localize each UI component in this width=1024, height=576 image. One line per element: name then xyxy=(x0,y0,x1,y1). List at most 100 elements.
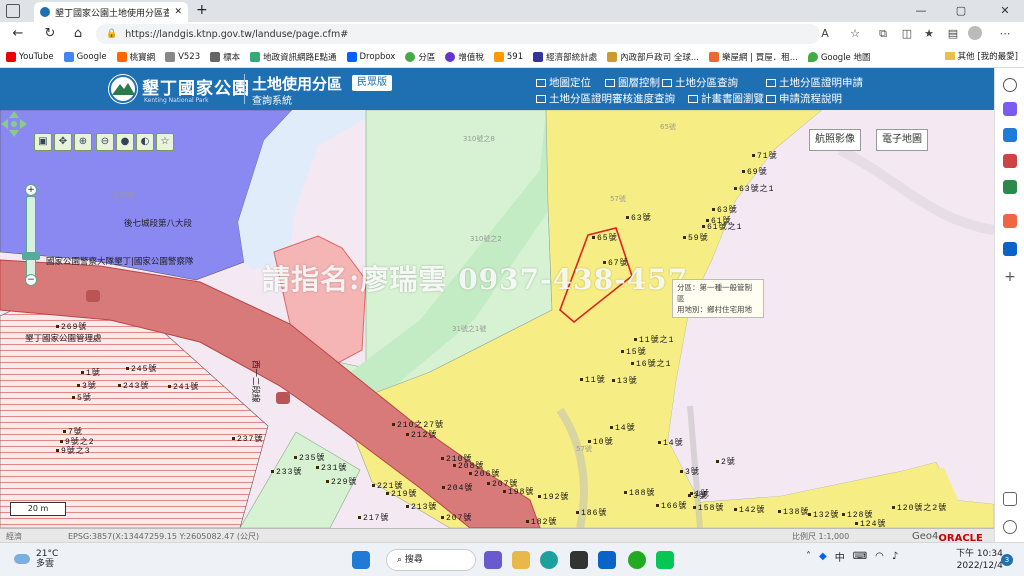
copilot-icon[interactable] xyxy=(1003,102,1017,116)
games-icon[interactable] xyxy=(1003,180,1017,194)
favorite-star-icon[interactable]: ☆ xyxy=(846,26,864,42)
zoom-slider-handle[interactable] xyxy=(22,252,40,260)
menu-map-locate[interactable]: 地圖定位 xyxy=(536,75,591,90)
menu-review-progress[interactable]: 土地分區證明審核進度查詢 xyxy=(536,91,675,106)
collections-icon[interactable]: ▤ xyxy=(944,26,962,42)
notification-badge[interactable]: 3 xyxy=(1001,554,1013,566)
map-tool-zoom-out[interactable]: ⊖ xyxy=(96,133,114,151)
outlook-icon[interactable] xyxy=(1003,242,1017,256)
map-tool-measure[interactable]: ◐ xyxy=(136,133,154,151)
edge-browser-icon[interactable] xyxy=(540,551,558,569)
menu-apply-flow[interactable]: 申請流程說明 xyxy=(766,91,842,106)
back-icon[interactable]: ← xyxy=(8,25,28,43)
input-language[interactable]: 中 xyxy=(835,549,845,564)
zoom-slider[interactable] xyxy=(26,196,36,282)
bookmarks-bar: YouTube Google 桃寶網 V523 標本 地政資訊網路E點通 Dro… xyxy=(0,46,1024,68)
electronic-map-button[interactable]: 電子地圖 xyxy=(876,129,928,151)
bookmark-item[interactable]: 經濟部統計處 xyxy=(533,51,597,63)
camera-app-icon[interactable] xyxy=(484,551,502,569)
bookmark-item[interactable]: Google 地圖 xyxy=(807,51,871,63)
sidebar-layout-icon[interactable] xyxy=(1003,492,1017,506)
bookmark-item[interactable]: 桃寶網 xyxy=(116,51,155,63)
park-logo-icon[interactable] xyxy=(108,74,138,104)
map-tool-identify[interactable]: ● xyxy=(116,133,134,151)
bookmark-item[interactable]: 591 xyxy=(493,51,523,62)
bookmark-item[interactable]: 樂屋網 | 買屋．租... xyxy=(708,51,798,63)
bookmark-item[interactable]: 增值稅 xyxy=(445,51,484,63)
map-tool-zoom-in[interactable]: ⊕ xyxy=(74,133,92,151)
address-point-label: 245號 xyxy=(126,363,157,374)
address-bar[interactable]: 🔒 https://landgis.ktnp.gov.tw/landuse/pa… xyxy=(96,24,820,44)
bookmark-item[interactable]: 分區 xyxy=(405,51,435,63)
system-tray: ˄ ◆ 中 ⌨ ◠ ♪ xyxy=(806,549,898,564)
volume-icon[interactable]: ♪ xyxy=(892,551,898,562)
split-screen-icon[interactable]: ◫ xyxy=(898,26,916,42)
weather-widget[interactable]: 21°C 多雲 xyxy=(14,549,58,569)
menu-layer-control[interactable]: 圖層控制 xyxy=(605,75,660,90)
zoom-in-icon[interactable]: + xyxy=(25,184,37,196)
file-explorer-icon[interactable] xyxy=(512,551,530,569)
search-icon[interactable] xyxy=(1003,78,1017,92)
wifi-icon[interactable]: ◠ xyxy=(875,551,884,562)
menu-plan-browse[interactable]: 計畫書圖瀏覽 xyxy=(688,91,764,106)
bookmarks-other-folder[interactable]: 其他 [我的最愛] xyxy=(944,50,1018,62)
address-point-label: 63號 xyxy=(712,204,738,215)
address-point-label: 61號之1 xyxy=(702,221,742,232)
read-aloud-icon[interactable]: A xyxy=(816,26,834,42)
menu-certificate-apply[interactable]: 土地分區證明申請 xyxy=(766,75,863,90)
bookmark-item[interactable]: 標本 xyxy=(210,51,240,63)
line-app-icon[interactable] xyxy=(656,551,674,569)
bookmark-item[interactable]: YouTube xyxy=(6,51,54,62)
shopping-tag-icon[interactable] xyxy=(1003,128,1017,142)
mail-icon[interactable] xyxy=(598,551,616,569)
close-tab-icon[interactable]: ✕ xyxy=(174,7,182,17)
xbox-icon[interactable] xyxy=(628,551,646,569)
more-menu-icon[interactable]: ⋯ xyxy=(996,26,1014,42)
parcel-label: 310號之8 xyxy=(463,135,495,143)
map-tool-fullextent[interactable]: ▣ xyxy=(34,133,52,151)
aerial-imagery-button[interactable]: 航照影像 xyxy=(809,129,861,151)
zoom-out-icon[interactable]: − xyxy=(25,274,37,286)
taskbar-search[interactable]: ⌕ 搜尋 xyxy=(386,549,476,571)
land-use-map[interactable]: 後七城段第八大段 國家公園警察大隊墾丁|國家公園警察隊 墾丁國家公園管理處 西一… xyxy=(0,110,994,528)
maximize-button[interactable]: ▢ xyxy=(946,2,976,20)
address-point-label: 59號 xyxy=(683,232,709,243)
dropbox-tray-icon[interactable]: ◆ xyxy=(819,551,827,562)
taskbar-clock[interactable]: 下午 10:34 2022/12/4 xyxy=(956,548,1003,572)
pan-control-icon[interactable] xyxy=(0,110,28,138)
tab-actions-icon[interactable] xyxy=(6,4,20,18)
office-icon[interactable] xyxy=(1003,214,1017,228)
page-icon xyxy=(493,51,504,62)
refresh-icon[interactable]: ↻ xyxy=(40,25,60,43)
chevron-up-icon[interactable]: ˄ xyxy=(806,551,811,562)
browser-tab[interactable]: 墾丁國家公園土地使用分區查詢 ✕ xyxy=(34,2,188,22)
close-window-button[interactable]: ✕ xyxy=(990,2,1020,20)
ime-icon[interactable]: ⌨ xyxy=(853,551,867,562)
new-tab-button[interactable]: + xyxy=(196,2,208,18)
add-sidebar-icon[interactable]: + xyxy=(1003,270,1017,284)
geo4-oracle-logo: Geo4 ORACLE xyxy=(912,531,983,544)
map-tool-bookmark[interactable]: ☆ xyxy=(156,133,174,151)
minimize-button[interactable]: — xyxy=(906,2,936,20)
menu-zoning-query[interactable]: 土地分區查詢 xyxy=(662,75,738,90)
extensions-icon[interactable]: ⧉ xyxy=(874,26,892,42)
bookmark-item[interactable]: Google xyxy=(63,51,107,62)
folder-icon xyxy=(944,52,955,60)
bookmark-item[interactable]: V523 xyxy=(165,51,200,62)
favorites-icon[interactable]: ★ xyxy=(920,26,938,42)
map-tool-pan[interactable]: ✥ xyxy=(54,133,72,151)
settings-gear-icon[interactable] xyxy=(1003,520,1017,534)
bookmark-item[interactable]: Dropbox xyxy=(346,51,395,62)
address-point-label: 142號 xyxy=(734,504,765,515)
start-menu-icon[interactable] xyxy=(352,551,370,569)
home-icon[interactable]: ⌂ xyxy=(68,25,88,43)
profile-avatar[interactable] xyxy=(968,26,982,40)
tools-icon[interactable] xyxy=(1003,154,1017,168)
bookmark-item[interactable]: 內政部戶政司 全球... xyxy=(607,51,699,63)
public-version-badge: 民眾版 xyxy=(352,75,392,91)
bookmark-item[interactable]: 地政資訊網路E點通 xyxy=(250,51,337,63)
address-point-label: 231號 xyxy=(316,462,347,473)
store-icon[interactable] xyxy=(570,551,588,569)
address-point-label: 207號 xyxy=(441,512,472,523)
parcel-label: 31號之1號 xyxy=(452,325,487,333)
